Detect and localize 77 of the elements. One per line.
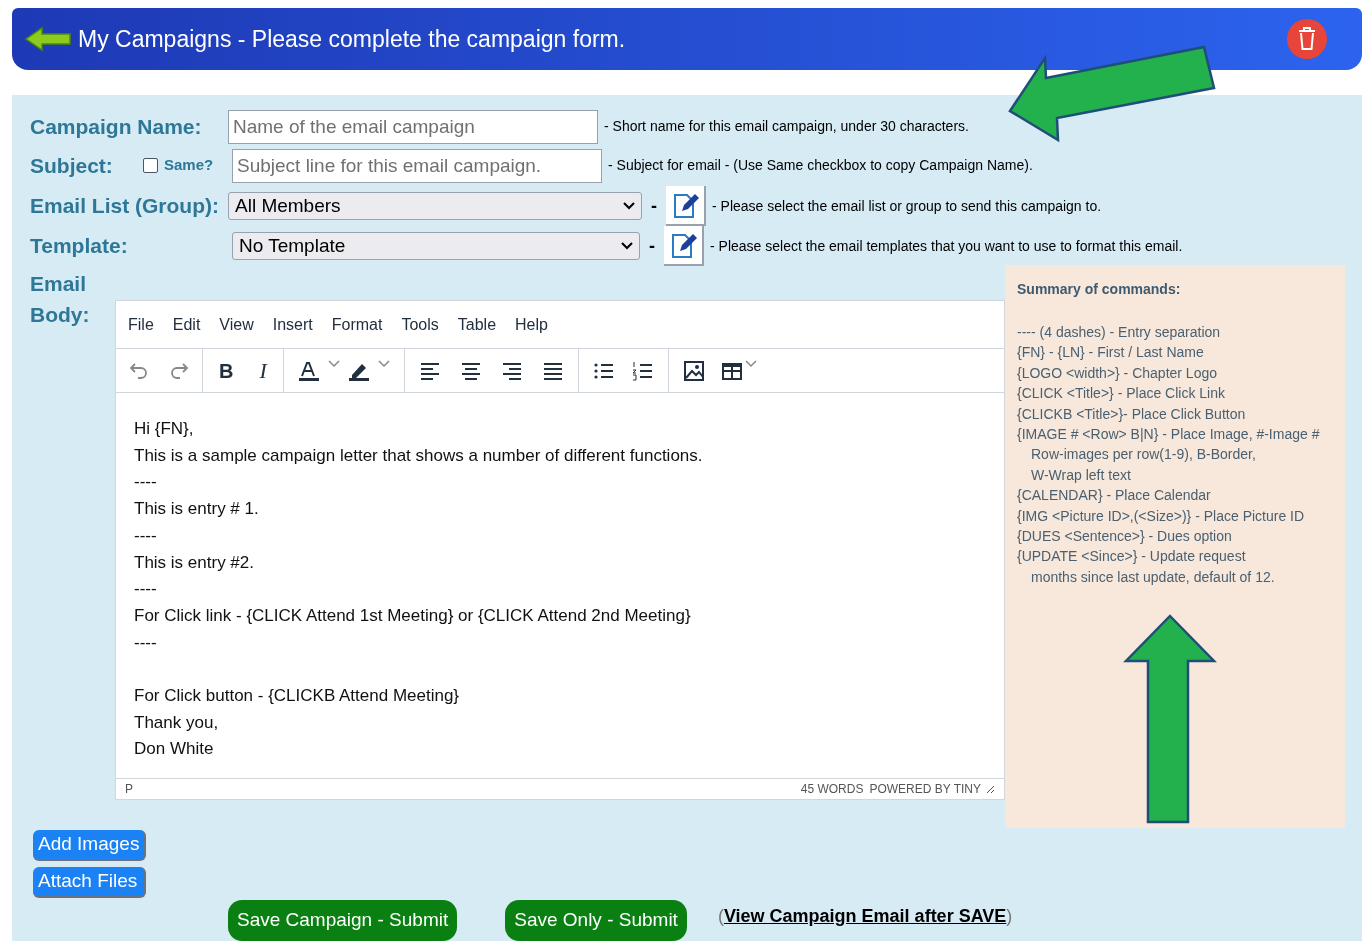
delete-icon[interactable] bbox=[1286, 18, 1328, 60]
body-text: This is entry # 1. bbox=[134, 498, 260, 521]
field-label: Email List (Group): bbox=[30, 193, 220, 220]
campaign-name-field[interactable]: Name of the email campaign bbox=[228, 109, 598, 144]
bold-button[interactable]: B bbox=[219, 355, 234, 386]
body-text: Hi {FN}, bbox=[134, 418, 195, 440]
body-text: For Click link - {CLICK Attend 1st Meeting} or {CLICK Attend 2nd Meeting} bbox=[134, 604, 692, 627]
field-label: Subject: bbox=[30, 152, 114, 179]
command-text: W-Wrap left text bbox=[1030, 465, 1132, 485]
select-value: All Members bbox=[235, 193, 341, 218]
template-select[interactable]: No Template bbox=[232, 232, 640, 260]
resize-handle-icon[interactable] bbox=[985, 784, 995, 794]
hint-text: - Please select the email templates that you want to use to format this email. bbox=[710, 236, 1183, 256]
paren-text: ) bbox=[1006, 905, 1013, 928]
same-checkbox[interactable] bbox=[143, 158, 158, 173]
chevron-down-icon bbox=[621, 242, 633, 250]
view-email-link[interactable]: View Campaign Email after SAVE bbox=[723, 903, 1007, 930]
page-title: My Campaigns - Please complete the campaign form. bbox=[78, 24, 626, 54]
field-label: Campaign Name: bbox=[30, 113, 203, 140]
italic-button[interactable]: I bbox=[259, 354, 267, 387]
body-text: This is a sample campaign letter that shows a number of different functions. bbox=[134, 444, 704, 467]
command-text: {IMG <Picture ID>,(<Size>)} - Place Picture ID bbox=[1017, 506, 1306, 526]
dash-text: - bbox=[651, 194, 657, 218]
image-icon[interactable] bbox=[682, 359, 705, 382]
command-text: months since last update, default of 12. bbox=[1030, 567, 1276, 587]
hint-text: - Please select the email list or group to send this campaign to. bbox=[712, 196, 1102, 216]
submit-button[interactable]: Save Only - Submit bbox=[505, 900, 687, 941]
field-label: Body: bbox=[30, 302, 91, 328]
body-text: ---- bbox=[134, 631, 158, 654]
powered-by-text[interactable]: POWERED BY TINY bbox=[869, 780, 981, 798]
menu-item[interactable]: Edit bbox=[172, 312, 201, 337]
menu-item[interactable]: File bbox=[128, 312, 154, 337]
element-path[interactable]: P bbox=[125, 780, 133, 798]
command-text: {IMAGE # <Row> B|N} - Place Image, #-Image # bbox=[1017, 425, 1321, 445]
side-button[interactable]: Add Images bbox=[33, 830, 147, 861]
hint-text: - Subject for email - (Use Same checkbox to copy Campaign Name). bbox=[608, 156, 1033, 175]
field-label: Email bbox=[30, 271, 88, 297]
select-value: No Template bbox=[239, 233, 346, 258]
command-text: ---- (4 dashes) - Entry separation bbox=[1017, 323, 1222, 342]
command-text: {LOGO <width>} - Chapter Logo bbox=[1017, 363, 1218, 383]
menu-item[interactable]: Tools bbox=[401, 312, 439, 337]
command-text: {DUES <Sentence>} - Dues option bbox=[1017, 527, 1233, 547]
edit-button[interactable] bbox=[666, 186, 706, 226]
menu-item[interactable]: Format bbox=[331, 312, 383, 337]
field-label: Template: bbox=[30, 233, 129, 260]
body-text: ---- bbox=[134, 578, 158, 601]
edit-button[interactable] bbox=[664, 226, 704, 266]
command-text: {CLICKB <Title>}- Place Click Button bbox=[1017, 404, 1247, 424]
subject-field[interactable]: Subject line for this email campaign. bbox=[232, 148, 602, 183]
body-text: For Click button - {CLICKB Attend Meeting} bbox=[134, 685, 461, 707]
submit-button[interactable]: Save Campaign - Submit bbox=[228, 900, 458, 941]
summary-title: Summary of commands: bbox=[1017, 280, 1182, 299]
back-arrow-icon[interactable] bbox=[24, 26, 72, 52]
dash-text: - bbox=[649, 234, 655, 258]
menu-item[interactable]: Help bbox=[515, 312, 548, 337]
hint-text: - Short name for this email campaign, under 30 characters. bbox=[604, 117, 969, 136]
body-text: ---- bbox=[134, 524, 158, 547]
command-text: {FN} - {LN} - First / Last Name bbox=[1017, 343, 1205, 363]
command-text: {CLICK <Title>} - Place Click Link bbox=[1017, 384, 1226, 404]
chevron-down-icon bbox=[623, 202, 635, 210]
numbered-list-icon[interactable] bbox=[631, 359, 654, 382]
word-count: 45 WORDS bbox=[800, 781, 864, 798]
command-text: {UPDATE <Since>} - Update request bbox=[1017, 547, 1247, 567]
menu-item[interactable]: View bbox=[219, 312, 254, 337]
side-button[interactable]: Attach Files bbox=[33, 867, 147, 898]
checkbox-label: Same? bbox=[164, 155, 215, 176]
body-text: Don White bbox=[134, 738, 215, 761]
email-list-select[interactable]: All Members bbox=[228, 192, 642, 220]
body-text: This is entry #2. bbox=[134, 551, 255, 574]
menu-item[interactable]: Table bbox=[457, 312, 497, 337]
command-text: {CALENDAR} - Place Calendar bbox=[1017, 486, 1212, 506]
body-text: Thank you, bbox=[134, 711, 220, 734]
body-text: ---- bbox=[134, 471, 158, 494]
paren-text: ( bbox=[717, 905, 724, 928]
menu-item[interactable]: Insert bbox=[272, 312, 313, 337]
command-text: Row-images per row(1-9), B-Border, bbox=[1030, 445, 1257, 465]
text-color-icon[interactable] bbox=[297, 359, 320, 382]
